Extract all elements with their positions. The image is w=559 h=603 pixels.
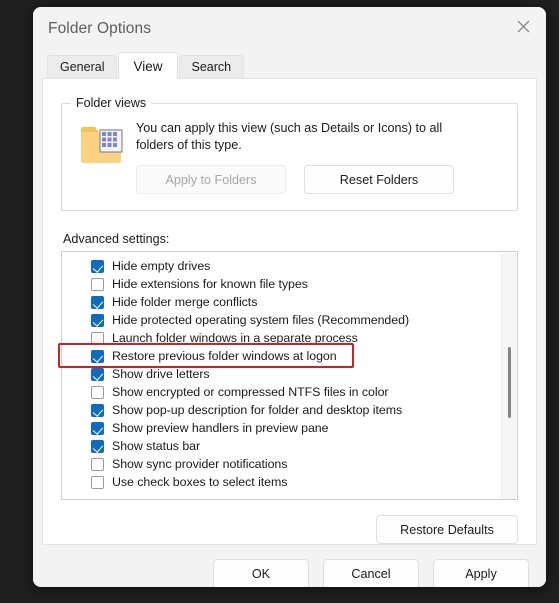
settings-list-item[interactable]: Hide protected operating system files (R… xyxy=(62,311,517,329)
folder-views-description: You can apply this view (such as Details… xyxy=(136,121,443,152)
checkbox-checked-icon[interactable] xyxy=(91,439,104,453)
checkbox-checked-icon[interactable] xyxy=(91,295,104,309)
tab-view-label: View xyxy=(133,58,163,74)
settings-item-label: Show pop-up description for folder and d… xyxy=(112,403,403,417)
tab-search-label: Search xyxy=(191,60,232,74)
tab-general-label: General xyxy=(60,60,105,74)
settings-list-item[interactable]: Use check boxes to select items xyxy=(62,473,517,491)
apply-button[interactable]: Apply xyxy=(433,559,529,587)
advanced-settings-list: Hide empty drives Hide extensions for kno… xyxy=(62,252,517,491)
listbox-scrollbar[interactable] xyxy=(501,253,516,499)
checkbox-checked-icon[interactable] xyxy=(91,421,104,435)
folder-options-dialog: Folder Options General View Search Folde… xyxy=(33,7,546,587)
checkbox-unchecked-icon[interactable] xyxy=(91,385,104,399)
tab-view[interactable]: View xyxy=(118,52,178,79)
checkbox-checked-icon[interactable] xyxy=(91,349,104,363)
settings-item-label: Hide protected operating system files (R… xyxy=(112,313,410,327)
settings-list-item[interactable]: Show status bar xyxy=(62,437,517,455)
settings-list-item[interactable]: Show preview handlers in preview pane xyxy=(62,419,517,437)
tab-general[interactable]: General xyxy=(47,55,118,78)
settings-list-item[interactable]: Hide folder merge conflicts xyxy=(62,293,517,311)
checkbox-unchecked-icon[interactable] xyxy=(91,277,104,291)
folder-view-icon xyxy=(78,124,136,172)
settings-item-label: Show encrypted or compressed NTFS files … xyxy=(112,385,389,399)
tab-strip: General View Search xyxy=(33,51,546,79)
checkbox-unchecked-icon[interactable] xyxy=(91,331,104,345)
desktop-background: Folder Options General View Search Folde… xyxy=(0,0,559,603)
settings-item-label: Launch folder windows in a separate proc… xyxy=(112,331,358,345)
settings-list-item[interactable]: Hide extensions for known file types xyxy=(62,275,517,293)
cancel-button[interactable]: Cancel xyxy=(323,559,419,587)
settings-list-item[interactable]: Launch folder windows in a separate proc… xyxy=(62,329,517,347)
settings-item-label: Show status bar xyxy=(112,439,201,453)
title-bar: Folder Options xyxy=(33,7,546,51)
folder-views-group: Folder views You can apply this view (su… xyxy=(61,96,518,211)
checkbox-unchecked-icon[interactable] xyxy=(91,457,104,471)
apply-to-folders-button[interactable]: Apply to Folders xyxy=(136,165,286,194)
checkbox-unchecked-icon[interactable] xyxy=(91,475,104,489)
checkbox-checked-icon[interactable] xyxy=(91,367,104,381)
window-title: Folder Options xyxy=(48,20,152,37)
tab-search[interactable]: Search xyxy=(178,55,245,78)
dialog-footer: OK Cancel Apply xyxy=(33,545,546,587)
checkbox-checked-icon[interactable] xyxy=(91,313,104,327)
view-tab-page: Folder views You can apply this view (su… xyxy=(42,78,537,545)
scrollbar-thumb[interactable] xyxy=(508,346,511,419)
settings-list-item[interactable]: Show encrypted or compressed NTFS files … xyxy=(62,383,517,401)
restore-defaults-button[interactable]: Restore Defaults xyxy=(376,515,518,544)
advanced-settings-label: Advanced settings: xyxy=(63,232,170,246)
ok-button[interactable]: OK xyxy=(213,559,309,587)
settings-item-label: Hide empty drives xyxy=(112,259,211,273)
settings-list-item[interactable]: Hide empty drives xyxy=(62,257,517,275)
checkbox-checked-icon[interactable] xyxy=(91,403,104,417)
folder-views-legend: Folder views xyxy=(71,96,152,110)
reset-folders-button[interactable]: Reset Folders xyxy=(304,165,454,194)
settings-item-label: Show drive letters xyxy=(112,367,210,381)
close-icon xyxy=(516,19,531,34)
close-button[interactable] xyxy=(500,7,546,45)
settings-list-item[interactable]: Show sync provider notifications xyxy=(62,455,517,473)
settings-list-item[interactable]: Show drive letters xyxy=(62,365,517,383)
advanced-settings-listbox[interactable]: Hide empty drives Hide extensions for kno… xyxy=(61,251,518,500)
settings-list-item[interactable]: Restore previous folder windows at logon xyxy=(62,347,517,365)
checkbox-checked-icon[interactable] xyxy=(91,259,104,273)
settings-list-item[interactable]: Show pop-up description for folder and d… xyxy=(62,401,517,419)
